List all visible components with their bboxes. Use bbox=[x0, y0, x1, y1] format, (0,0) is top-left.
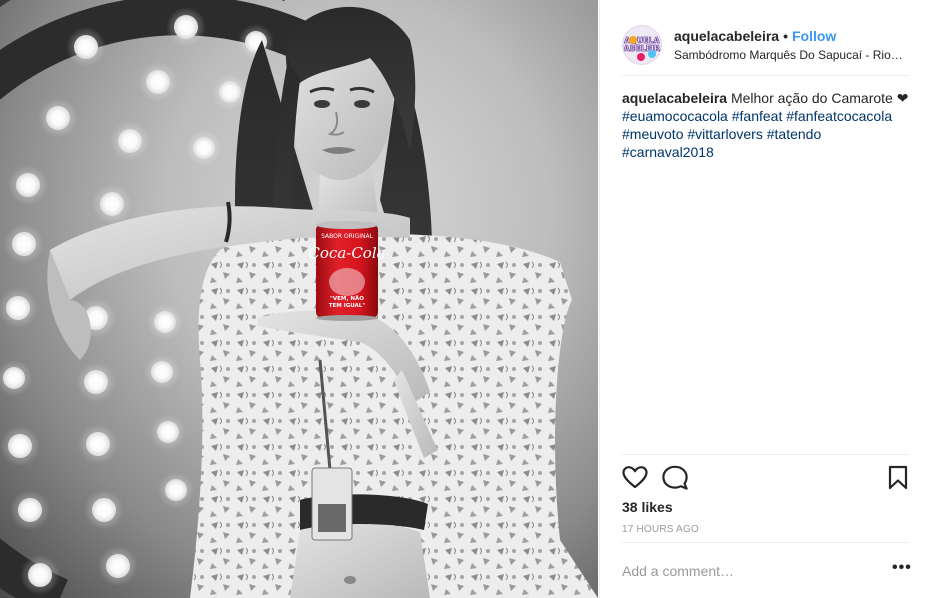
post-actions: 38 likes 17 HOURS AGO bbox=[622, 454, 910, 542]
separator-dot: • bbox=[783, 27, 788, 44]
hashtag-link[interactable]: #vittarlovers bbox=[687, 126, 762, 142]
hashtag-link[interactable]: #fanfeat bbox=[732, 108, 783, 124]
hashtag-link[interactable]: #carnaval2018 bbox=[622, 144, 714, 160]
caption-text: Melhor ação do Camarote bbox=[730, 90, 893, 106]
can-brand-text: Coca-Cola bbox=[308, 244, 385, 262]
coca-cola-can: SABOR ORIGINAL Coca-Cola "VEM, NÃO TEM I… bbox=[308, 221, 386, 321]
post-header: AQUELA CABELEIRA aquelacabeleira • Follo… bbox=[622, 14, 910, 76]
likes-count[interactable]: 38 likes bbox=[622, 499, 673, 515]
comment-bar: ••• bbox=[622, 542, 911, 598]
can-top-text: SABOR ORIGINAL bbox=[321, 233, 374, 240]
photo-illustration: SABOR ORIGINAL Coca-Cola "VEM, NÃO TEM I… bbox=[0, 0, 598, 598]
header-text: aquelacabeleira • Follow Sambódromo Marq… bbox=[674, 28, 906, 62]
hashtag-link[interactable]: #tatendo bbox=[767, 126, 822, 142]
hashtag-link[interactable]: #meuvoto bbox=[622, 126, 683, 142]
post-caption: aquelacabeleira Melhor ação do Camarote … bbox=[622, 89, 912, 161]
hashtag-link[interactable]: #fanfeatcocacola bbox=[786, 108, 892, 124]
caption-username[interactable]: aquelacabeleira bbox=[622, 90, 727, 106]
post-photo[interactable]: SABOR ORIGINAL Coca-Cola "VEM, NÃO TEM I… bbox=[0, 0, 598, 598]
can-quote-line1: "VEM, NÃO bbox=[330, 295, 364, 302]
caption-heart: ❤ bbox=[896, 90, 909, 106]
bookmark-icon[interactable] bbox=[888, 465, 908, 491]
location-link[interactable]: Sambódromo Marquês Do Sapucaí - Rio de J… bbox=[674, 48, 906, 62]
avatar-decor-dot bbox=[648, 49, 656, 58]
heart-icon[interactable] bbox=[622, 465, 648, 491]
username-link[interactable]: aquelacabeleira bbox=[674, 28, 779, 44]
follow-button[interactable]: Follow bbox=[792, 28, 836, 44]
avatar-logo-text: AQUELA CABELEIRA bbox=[623, 35, 661, 53]
avatar[interactable]: AQUELA CABELEIRA bbox=[622, 24, 662, 65]
header-line: aquelacabeleira • Follow bbox=[674, 28, 906, 44]
comment-icon[interactable] bbox=[662, 465, 688, 491]
comment-input[interactable] bbox=[622, 562, 872, 579]
avatar-decor-dot bbox=[629, 35, 637, 44]
can-quote-line2: TEM IGUAL" bbox=[329, 303, 366, 309]
more-options-icon[interactable]: ••• bbox=[892, 560, 911, 579]
avatar-decor-dot bbox=[637, 52, 645, 61]
hashtag-link[interactable]: #euamococacola bbox=[622, 108, 728, 124]
post-timestamp[interactable]: 17 HOURS AGO bbox=[622, 524, 699, 535]
post-side-panel: AQUELA CABELEIRA aquelacabeleira • Follo… bbox=[599, 0, 935, 598]
